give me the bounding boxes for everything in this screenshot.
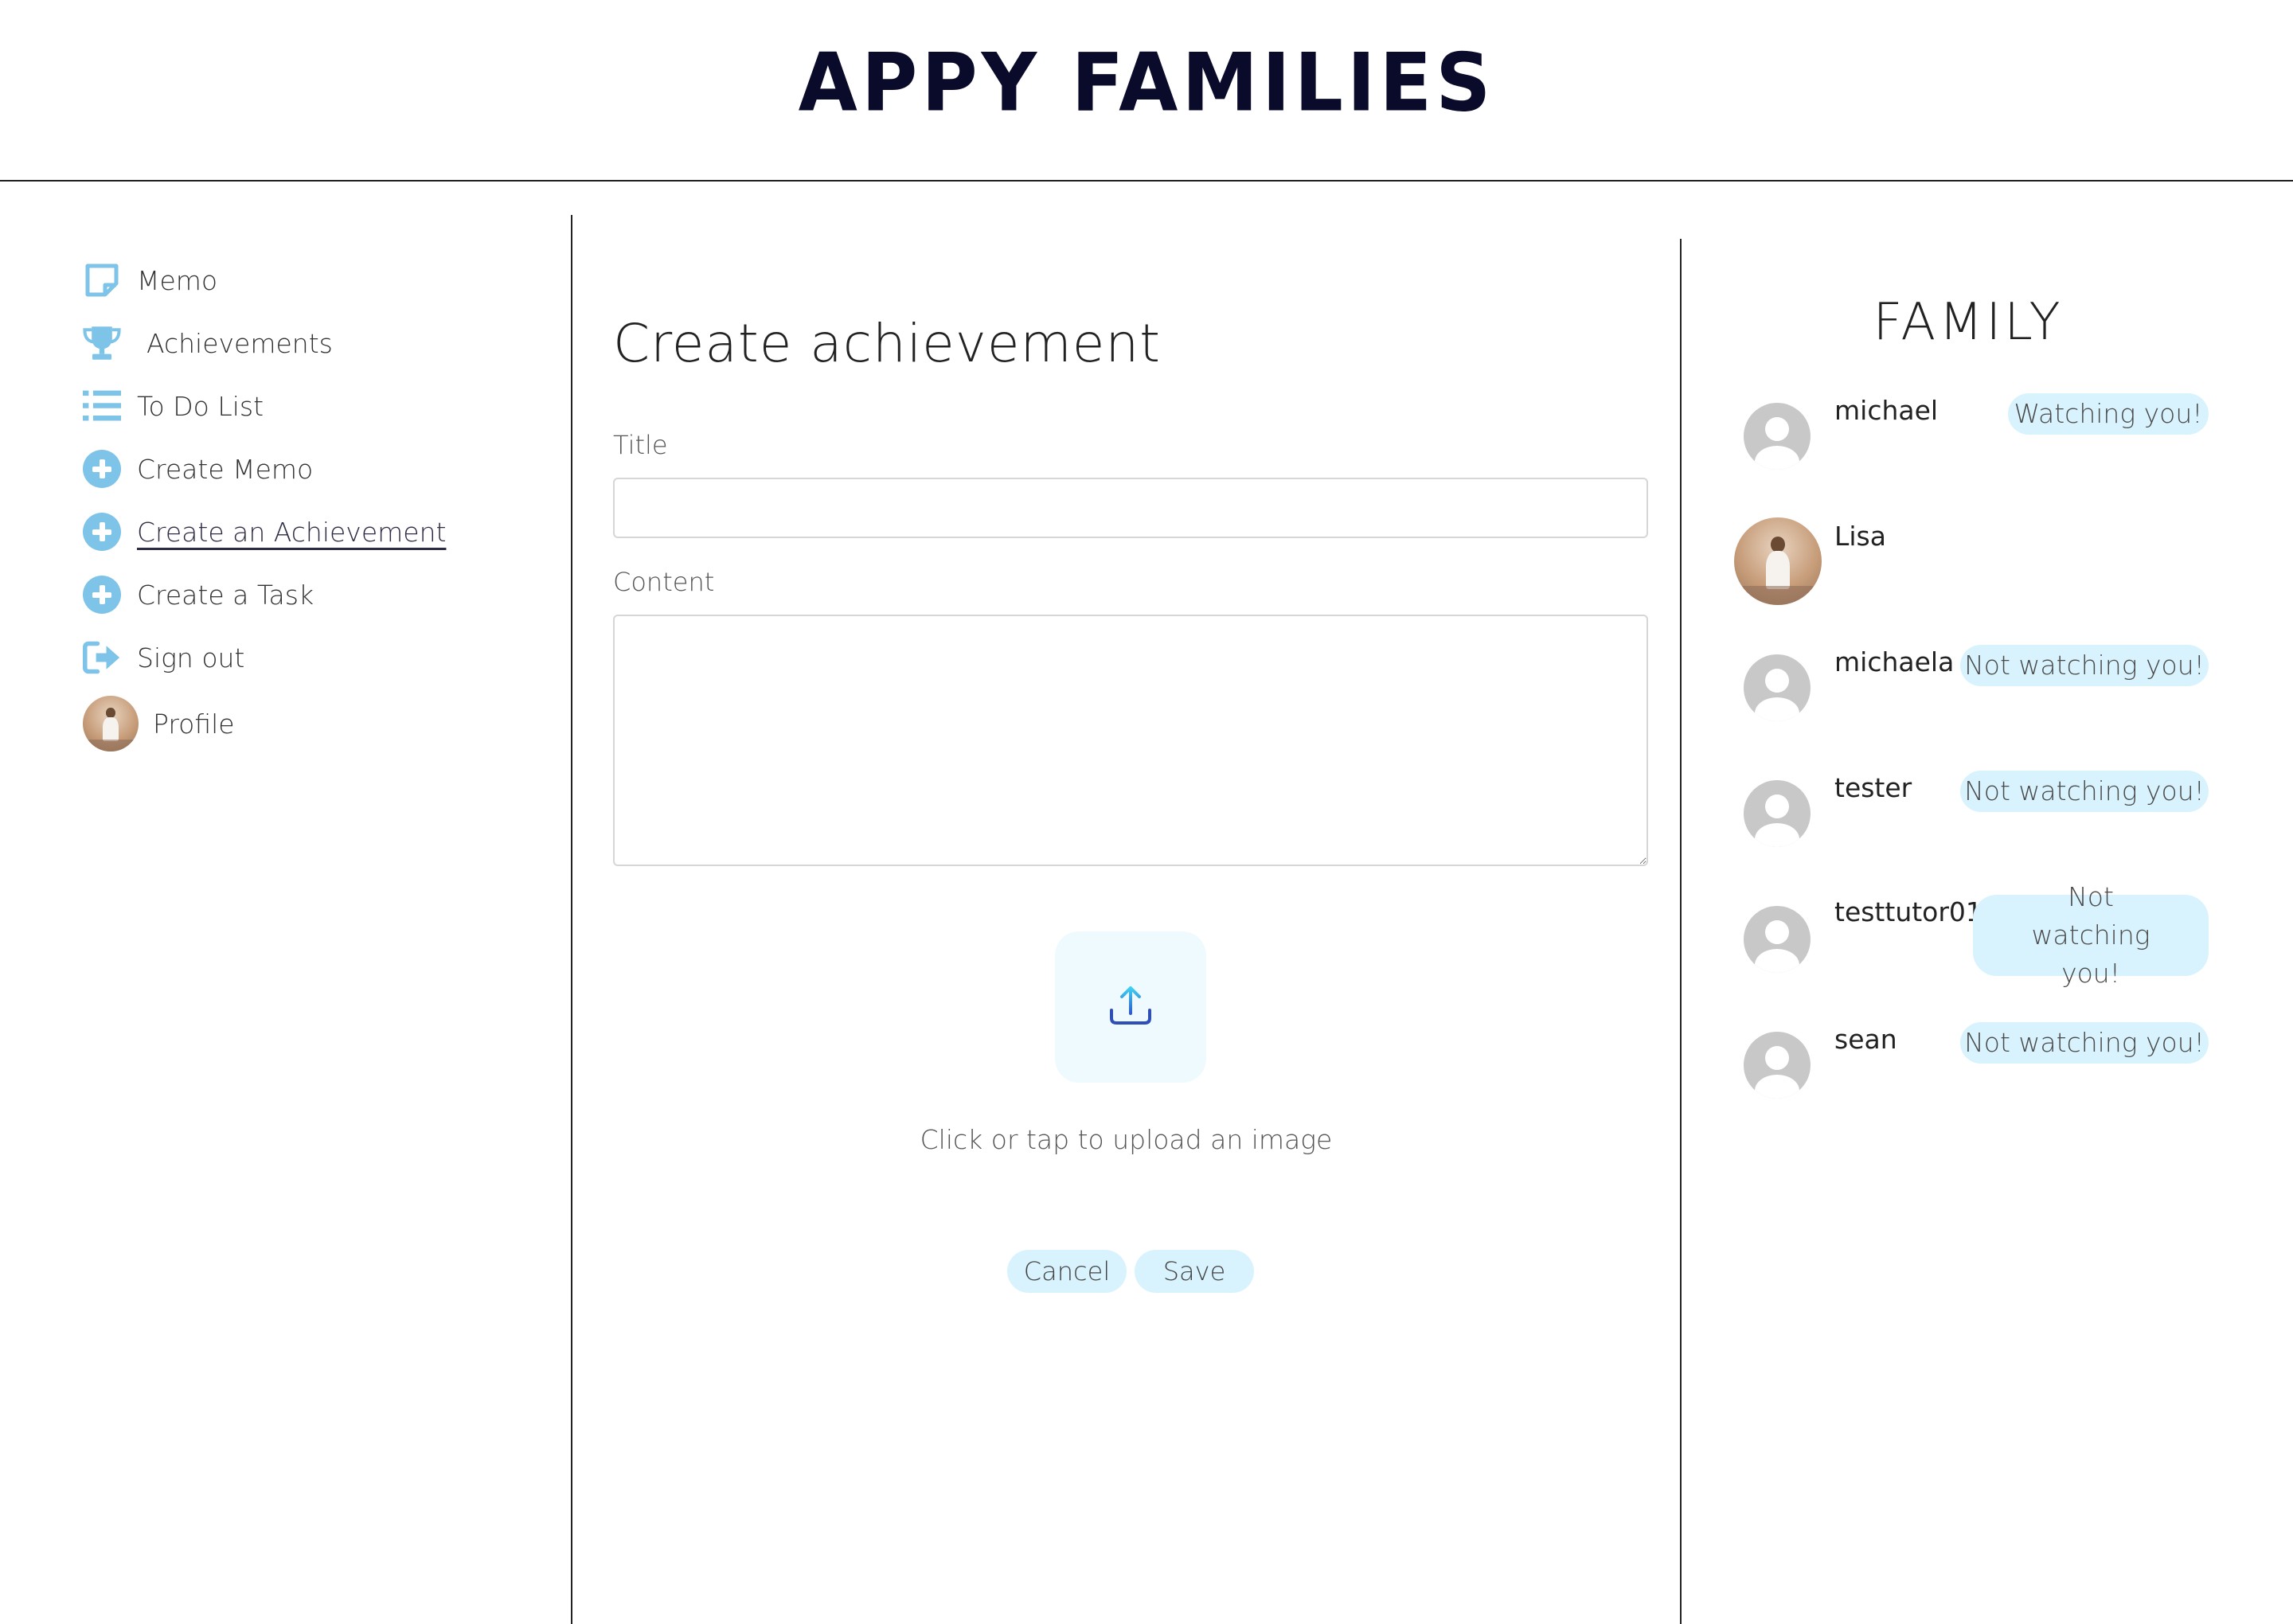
member-name: michael xyxy=(1834,395,1939,426)
plus-circle-icon xyxy=(83,450,121,488)
sidebar-item-create-memo[interactable]: Create Memo xyxy=(83,445,313,493)
upload-image-button[interactable] xyxy=(1055,931,1206,1083)
create-achievement-form: Create achievement Title Content Click o… xyxy=(572,182,1680,1624)
save-button[interactable]: Save xyxy=(1135,1250,1254,1293)
sidebar-nav: Memo Achievements To Do List Create Memo… xyxy=(0,182,570,1624)
sidebar-item-create-task[interactable]: Create a Task xyxy=(83,571,314,619)
family-heading: FAMILY xyxy=(1873,293,2064,352)
member-name: sean xyxy=(1834,1024,1897,1055)
upload-hint[interactable]: Click or tap to upload an image xyxy=(572,1124,1680,1155)
member-name: michaela xyxy=(1834,646,1955,677)
content-label: Content xyxy=(613,567,715,597)
trophy-icon xyxy=(83,324,121,362)
page-title: Create achievement xyxy=(613,313,1162,374)
sidebar-item-label: To Do List xyxy=(137,390,264,422)
title-input[interactable] xyxy=(613,478,1648,538)
upload-icon xyxy=(1107,982,1154,1033)
sidebar-item-label: Create an Achievement xyxy=(137,516,447,548)
sidebar-item-memo[interactable]: Memo xyxy=(83,256,217,304)
plus-circle-icon xyxy=(83,513,121,551)
family-panel: FAMILY michael Watching you! Lisa michae… xyxy=(1682,182,2293,1624)
watch-status-badge[interactable]: Not watching you! xyxy=(1960,645,2209,686)
plus-circle-icon xyxy=(83,576,121,614)
default-avatar-icon xyxy=(1744,780,1811,847)
member-name: Lisa xyxy=(1834,521,1886,552)
sidebar-item-label: Profile xyxy=(153,708,235,740)
sidebar-item-label: Memo xyxy=(137,264,218,296)
list-icon xyxy=(83,387,121,425)
member-name: tester xyxy=(1834,772,1912,803)
default-avatar-icon xyxy=(1744,654,1811,721)
sign-out-icon xyxy=(83,638,121,677)
sidebar-item-sign-out[interactable]: Sign out xyxy=(83,634,244,681)
default-avatar-icon xyxy=(1744,1032,1811,1099)
sidebar-item-create-achievement[interactable]: Create an Achievement xyxy=(83,508,446,556)
default-avatar-icon xyxy=(1744,403,1811,470)
watch-status-badge[interactable]: Not watching you! xyxy=(1973,881,2209,989)
memo-icon xyxy=(83,261,121,299)
cancel-button[interactable]: Cancel xyxy=(1007,1250,1127,1293)
sidebar-item-achievements[interactable]: Achievements xyxy=(83,319,333,367)
content-textarea[interactable] xyxy=(613,615,1648,866)
sidebar-item-label: Create Memo xyxy=(137,453,314,485)
member-name: testtutor01 xyxy=(1834,896,1982,927)
profile-avatar xyxy=(83,696,139,751)
default-avatar-icon xyxy=(1744,906,1811,973)
member-photo xyxy=(1734,517,1822,605)
sidebar-item-label: Achievements xyxy=(146,327,333,359)
title-label: Title xyxy=(613,430,668,460)
sidebar-item-label: Sign out xyxy=(137,642,245,673)
sidebar-item-profile[interactable]: Profile xyxy=(83,695,235,752)
sidebar-item-label: Create a Task xyxy=(137,579,314,611)
app-logo-title[interactable]: APPY FAMILIES xyxy=(0,36,2293,130)
watch-status-badge[interactable]: Not watching you! xyxy=(1960,771,2209,812)
sidebar-item-todo-list[interactable]: To Do List xyxy=(83,382,264,430)
app-header: APPY FAMILIES xyxy=(0,0,2293,182)
watch-status-badge[interactable]: Watching you! xyxy=(2008,393,2209,435)
watch-status-badge[interactable]: Not watching you! xyxy=(1960,1022,2209,1064)
